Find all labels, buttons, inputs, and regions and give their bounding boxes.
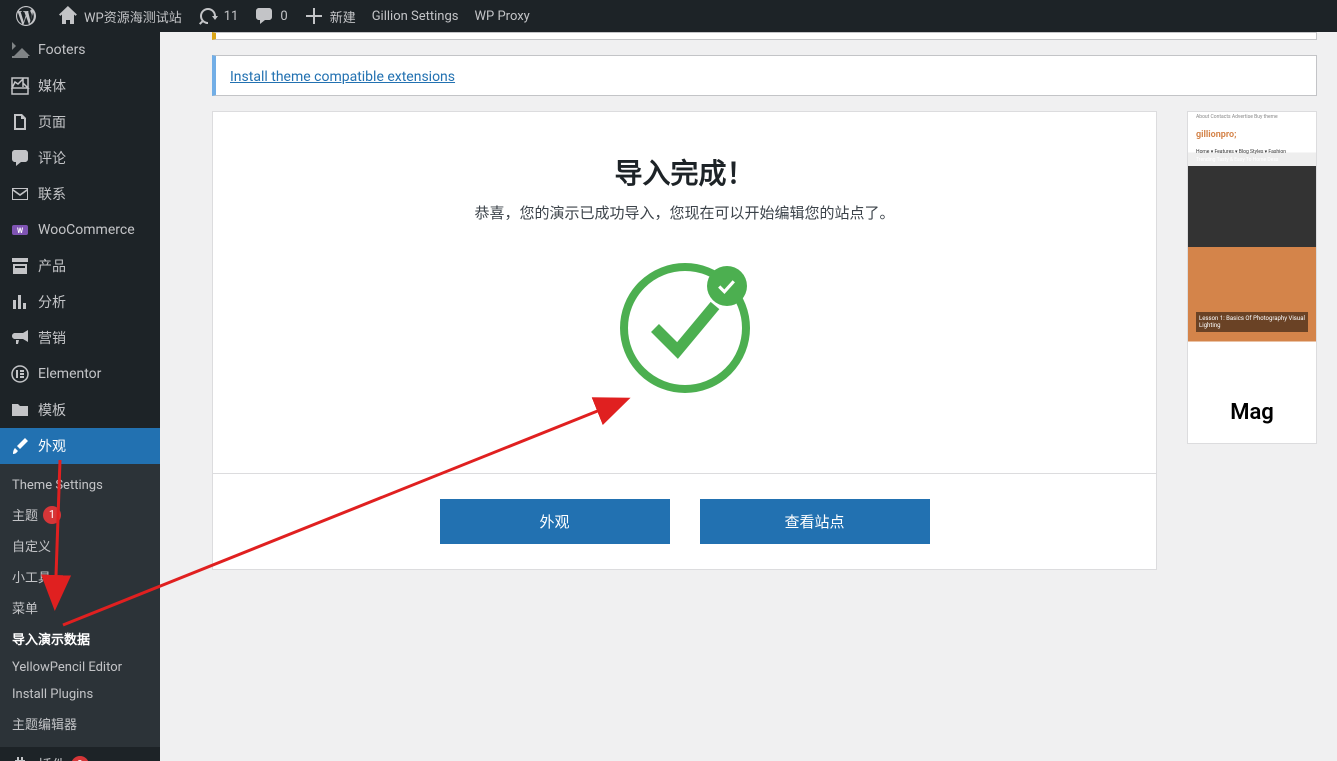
- wp-logo[interactable]: [8, 0, 50, 32]
- updates-count: 11: [224, 9, 239, 24]
- success-check-icon: [620, 263, 750, 393]
- notice-warning: [212, 32, 1317, 40]
- gillion-settings[interactable]: Gillion Settings: [364, 0, 467, 32]
- notice-info: Install theme compatible extensions: [212, 55, 1317, 96]
- submenu-widgets[interactable]: 小工具: [0, 561, 160, 592]
- submenu-menus[interactable]: 菜单: [0, 592, 160, 623]
- comment-icon: [254, 6, 274, 26]
- admin-bar: WP资源海测试站 11 0 新建 Gillion Settings WP Pro…: [0, 0, 1337, 32]
- install-extensions-link[interactable]: Install theme compatible extensions: [230, 69, 455, 85]
- sidebar-item-products[interactable]: 产品: [0, 248, 160, 284]
- wp-proxy[interactable]: WP Proxy: [467, 0, 538, 32]
- demo-preview-panel: About Contacts Advertise Buy theme gilli…: [1187, 111, 1317, 570]
- media-icon: [10, 76, 30, 96]
- submenu-theme-editor[interactable]: 主题编辑器: [0, 708, 160, 739]
- main-content: Install theme compatible extensions 导入完成…: [160, 32, 1337, 590]
- footer-icon: [10, 40, 30, 60]
- themes-badge: 1: [43, 506, 61, 524]
- sidebar-item-comments[interactable]: 评论: [0, 140, 160, 176]
- site-name[interactable]: WP资源海测试站: [50, 0, 190, 32]
- chart-icon: [10, 292, 30, 312]
- sidebar-item-media[interactable]: 媒体: [0, 68, 160, 104]
- comments[interactable]: 0: [246, 0, 295, 32]
- success-title: 导入完成！: [243, 152, 1126, 192]
- page-icon: [10, 112, 30, 132]
- comments-icon: [10, 148, 30, 168]
- brush-icon: [10, 436, 30, 456]
- site-name-label: WP资源海测试站: [84, 7, 182, 26]
- plugin-icon: [10, 755, 30, 761]
- new-label: 新建: [330, 7, 356, 26]
- demo-name: Mag: [1188, 382, 1316, 443]
- submenu-themes[interactable]: 主题1: [0, 499, 160, 530]
- submenu-yellowpencil[interactable]: YellowPencil Editor: [0, 654, 160, 681]
- submenu-customize[interactable]: 自定义: [0, 530, 160, 561]
- submenu-theme-settings[interactable]: Theme Settings: [0, 472, 160, 499]
- wordpress-icon: [16, 6, 36, 26]
- elementor-icon: [10, 364, 30, 384]
- sidebar-item-plugins[interactable]: 插件 9: [0, 747, 160, 761]
- updates[interactable]: 11: [190, 0, 247, 32]
- sidebar-item-woocommerce[interactable]: W WooCommerce: [0, 212, 160, 248]
- svg-text:W: W: [17, 227, 24, 235]
- home-icon: [58, 6, 78, 26]
- product-icon: [10, 256, 30, 276]
- admin-sidebar: Footers 媒体 页面 评论 联系 W WooCommerce 产品 分析 …: [0, 32, 160, 761]
- action-buttons: 外观 查看站点: [213, 473, 1156, 569]
- sidebar-item-templates[interactable]: 模板: [0, 392, 160, 428]
- sidebar-item-pages[interactable]: 页面: [0, 104, 160, 140]
- woo-icon: W: [10, 220, 30, 240]
- mail-icon: [10, 184, 30, 204]
- appearance-button[interactable]: 外观: [440, 499, 670, 544]
- sidebar-item-analytics[interactable]: 分析: [0, 284, 160, 320]
- submenu-import-demo[interactable]: 导入演示数据: [0, 623, 160, 654]
- comments-count: 0: [280, 9, 287, 24]
- sidebar-item-appearance[interactable]: 外观: [0, 428, 160, 464]
- plugins-badge: 9: [71, 756, 89, 761]
- new-content[interactable]: 新建: [296, 0, 364, 32]
- import-success-panel: 导入完成！ 恭喜，您的演示已成功导入，您现在可以开始编辑您的站点了。 外观 查看…: [212, 111, 1157, 570]
- appearance-submenu: Theme Settings 主题1 自定义 小工具 菜单 导入演示数据 Yel…: [0, 464, 160, 747]
- plus-icon: [304, 6, 324, 26]
- submenu-install-plugins[interactable]: Install Plugins: [0, 681, 160, 708]
- success-description: 恭喜，您的演示已成功导入，您现在可以开始编辑您的站点了。: [243, 202, 1126, 223]
- check-badge-icon: [707, 266, 747, 306]
- sidebar-item-contact[interactable]: 联系: [0, 176, 160, 212]
- folder-icon: [10, 400, 30, 420]
- demo-thumbnail: About Contacts Advertise Buy theme gilli…: [1188, 112, 1316, 382]
- demo-preview-card[interactable]: About Contacts Advertise Buy theme gilli…: [1187, 111, 1317, 444]
- sidebar-item-marketing[interactable]: 营销: [0, 320, 160, 356]
- sidebar-item-elementor[interactable]: Elementor: [0, 356, 160, 392]
- update-icon: [198, 6, 218, 26]
- view-site-button[interactable]: 查看站点: [700, 499, 930, 544]
- sidebar-item-footers[interactable]: Footers: [0, 32, 160, 68]
- megaphone-icon: [10, 328, 30, 348]
